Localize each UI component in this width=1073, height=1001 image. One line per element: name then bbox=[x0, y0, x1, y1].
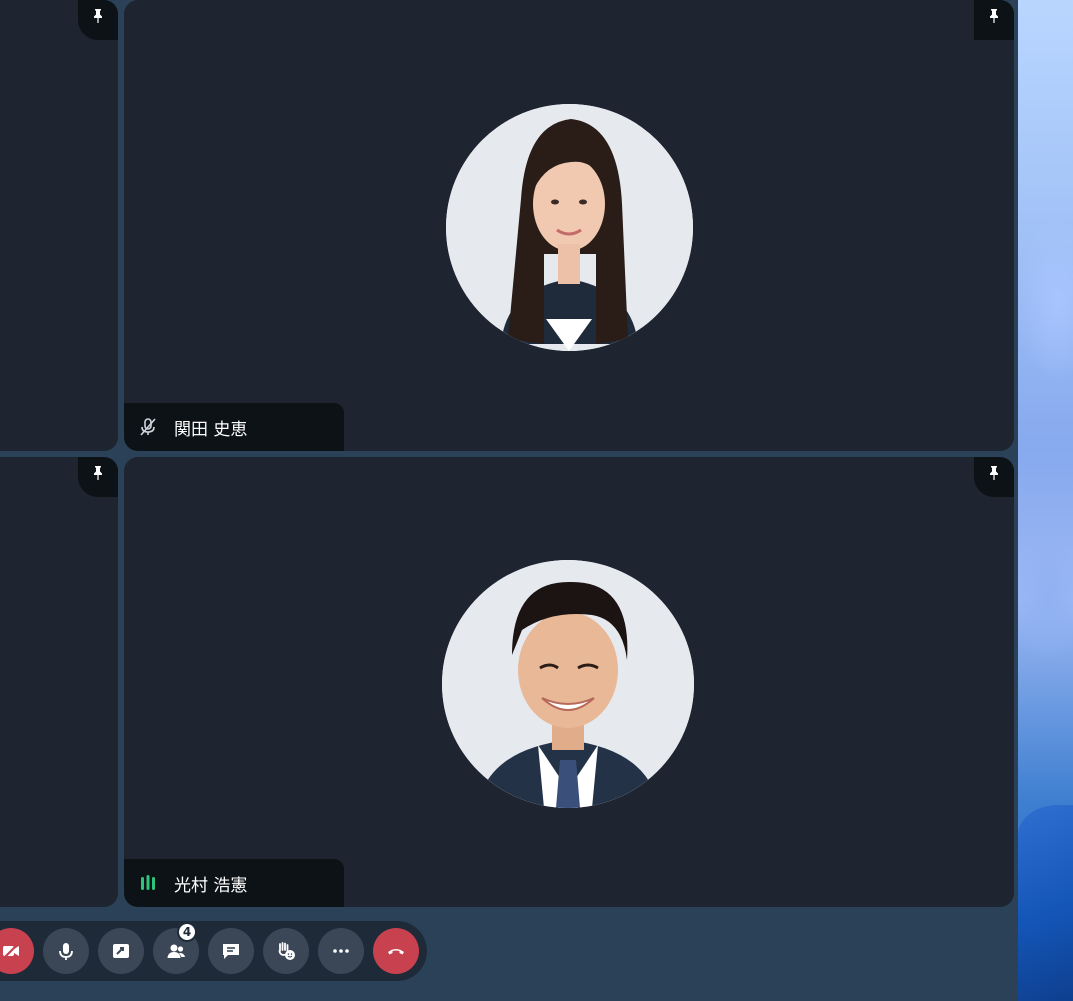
participants-count-badge: 4 bbox=[177, 922, 197, 942]
microphone-button[interactable] bbox=[43, 928, 89, 974]
mic-off-icon bbox=[138, 417, 158, 437]
more-options-button[interactable] bbox=[318, 928, 364, 974]
participant-avatar bbox=[446, 104, 693, 351]
participant-avatar bbox=[442, 560, 694, 808]
participants-icon bbox=[167, 944, 185, 958]
man-avatar-image bbox=[442, 560, 694, 808]
share-screen-button[interactable] bbox=[98, 928, 144, 974]
participants-button[interactable]: 4 bbox=[153, 922, 199, 974]
pin-button[interactable] bbox=[974, 457, 1014, 497]
woman-avatar-image bbox=[446, 104, 693, 351]
wallpaper-shape bbox=[1018, 805, 1073, 1001]
pin-button[interactable] bbox=[78, 457, 118, 497]
more-icon bbox=[333, 949, 349, 953]
meeting-window: 関田 史恵 光村 浩憲 4 bbox=[0, 0, 1018, 1001]
pin-icon bbox=[990, 466, 998, 480]
pin-icon bbox=[94, 9, 102, 23]
video-tile-partial-bottom[interactable] bbox=[0, 457, 118, 907]
share-screen-icon bbox=[113, 944, 129, 958]
camera-toggle-button[interactable] bbox=[0, 928, 34, 974]
camera-off-icon bbox=[2, 942, 20, 960]
participant-nameplate: 光村 浩憲 bbox=[124, 859, 344, 907]
participant-name: 光村 浩憲 bbox=[174, 875, 248, 896]
leave-meeting-button[interactable] bbox=[373, 928, 419, 974]
participant-name: 関田 史恵 bbox=[174, 419, 248, 440]
chat-icon bbox=[223, 944, 239, 959]
video-tile-partial-top[interactable] bbox=[0, 0, 118, 451]
hang-up-icon bbox=[388, 949, 404, 955]
video-tile-participant-2[interactable]: 光村 浩憲 bbox=[124, 457, 1014, 907]
chat-button[interactable] bbox=[208, 928, 254, 974]
pin-button[interactable] bbox=[78, 0, 118, 40]
raise-hand-icon bbox=[278, 942, 295, 960]
pin-button[interactable] bbox=[974, 0, 1014, 40]
speaking-bars-icon bbox=[138, 873, 158, 893]
pin-icon bbox=[990, 9, 998, 23]
video-tile-participant-1[interactable]: 関田 史恵 bbox=[124, 0, 1014, 451]
meeting-toolbar: 4 bbox=[0, 921, 427, 981]
desktop-wallpaper bbox=[1018, 0, 1073, 1001]
participant-nameplate: 関田 史恵 bbox=[124, 403, 344, 451]
microphone-icon bbox=[59, 943, 73, 960]
reactions-button[interactable] bbox=[263, 928, 309, 974]
pin-icon bbox=[94, 466, 102, 480]
